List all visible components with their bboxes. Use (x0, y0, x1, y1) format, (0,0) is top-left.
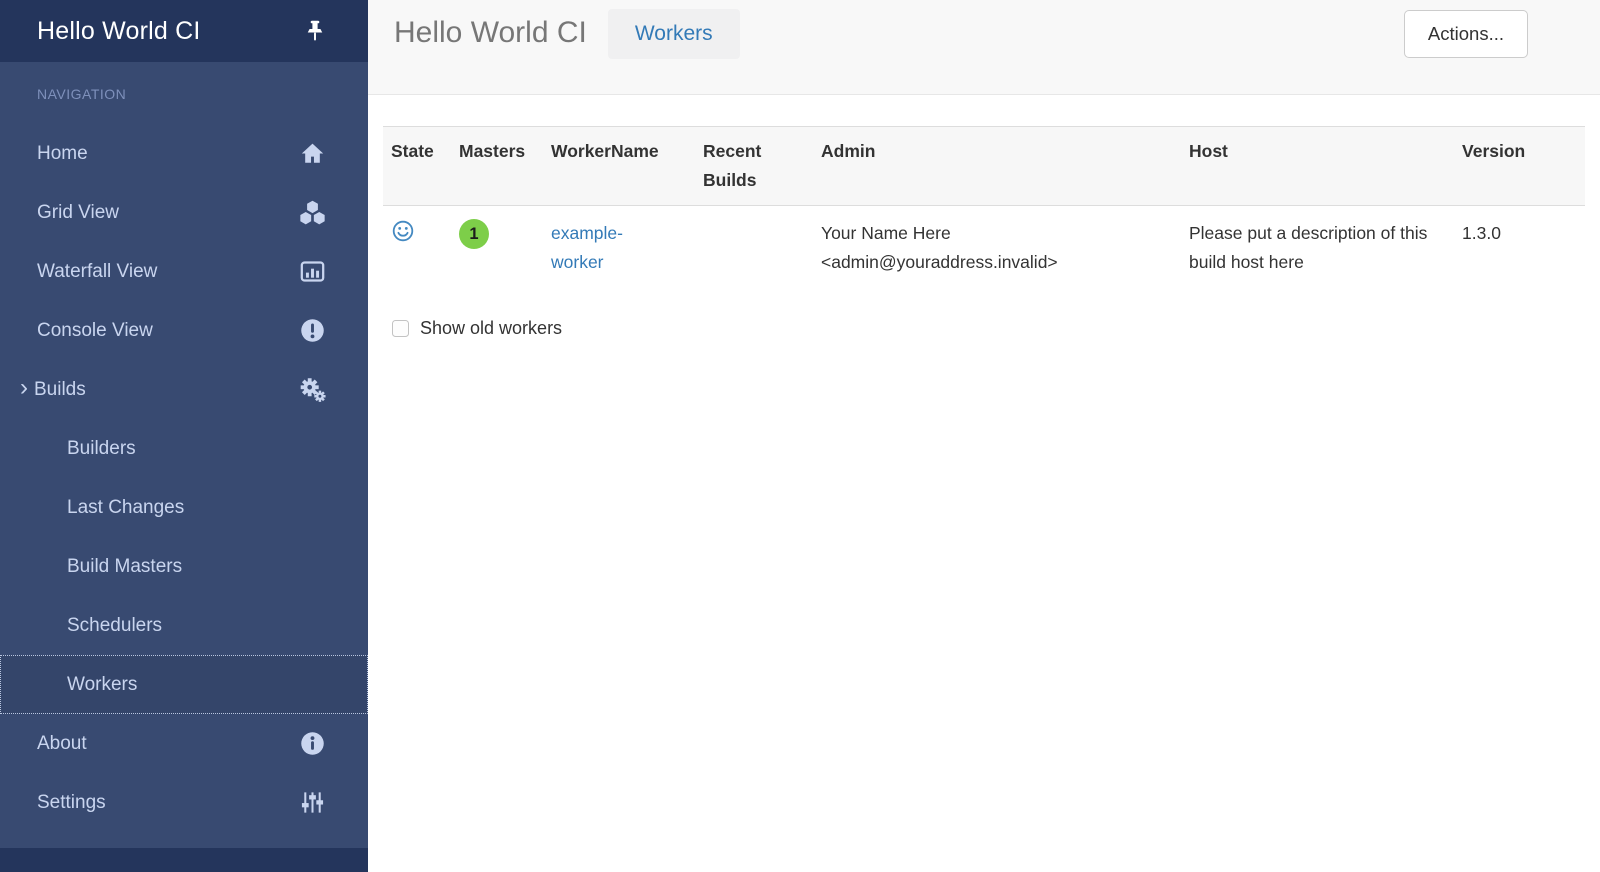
sidebar-item-label: Workers (67, 674, 137, 696)
col-header-masters: Masters (451, 127, 543, 206)
col-header-host: Host (1181, 127, 1454, 206)
nav-section-label: NAVIGATION (0, 62, 368, 124)
worker-state-cell (383, 205, 451, 289)
sidebar-item-label: Schedulers (67, 615, 162, 637)
sidebar-item-label: Builders (67, 438, 136, 460)
sidebar-item-label: Grid View (37, 202, 119, 224)
pin-icon[interactable] (302, 18, 328, 44)
info-circle-icon (299, 730, 326, 757)
chevron-right-icon: › (20, 376, 28, 400)
worker-admin-cell: Your Name Here <admin@youraddress.invali… (813, 205, 1181, 289)
cogs-icon (299, 376, 326, 403)
sidebar-item-label: Last Changes (67, 497, 184, 519)
sidebar-item-grid-view[interactable]: Grid View (0, 183, 368, 242)
sidebar-item-home[interactable]: Home (0, 124, 368, 183)
bar-chart-icon (299, 258, 326, 285)
sidebar-item-label: Settings (37, 792, 106, 814)
table-header-row: State Masters WorkerName Recent Builds A… (383, 127, 1585, 206)
exclamation-circle-icon (299, 317, 326, 344)
sidebar-app-title[interactable]: Hello World CI (37, 17, 201, 46)
recent-builds-cell (695, 205, 813, 289)
sidebar-item-label: About (37, 733, 87, 755)
sliders-icon (299, 789, 326, 816)
sidebar-item-builders[interactable]: Builders (0, 419, 368, 478)
sidebar-item-label: Waterfall View (37, 261, 157, 283)
workers-content: State Masters WorkerName Recent Builds A… (368, 95, 1600, 339)
show-old-workers-label: Show old workers (420, 318, 562, 339)
worker-version-cell: 1.3.0 (1454, 205, 1585, 289)
actions-button[interactable]: Actions... (1404, 10, 1528, 58)
sidebar-header: Hello World CI (0, 0, 368, 62)
col-header-state: State (383, 127, 451, 206)
col-header-workername: WorkerName (543, 127, 695, 206)
sidebar-item-about[interactable]: About (0, 714, 368, 773)
sidebar: Hello World CI NAVIGATION Home Grid Vie (0, 0, 368, 872)
col-header-version: Version (1454, 127, 1585, 206)
sidebar-item-label: Builds (34, 379, 86, 401)
app-window: Hello World CI NAVIGATION Home Grid Vie (0, 0, 1600, 872)
sidebar-item-workers[interactable]: Workers (0, 655, 368, 714)
table-row: 1 example-worker Your Name Here <admin@y… (383, 205, 1585, 289)
home-icon (299, 140, 326, 167)
sidebar-item-settings[interactable]: Settings (0, 773, 368, 832)
sidebar-item-last-changes[interactable]: Last Changes (0, 478, 368, 537)
worker-name-cell: example-worker (543, 205, 695, 289)
sidebar-item-schedulers[interactable]: Schedulers (0, 596, 368, 655)
sidebar-item-label: Build Masters (67, 556, 182, 578)
col-header-admin: Admin (813, 127, 1181, 206)
sidebar-item-label: Console View (37, 320, 153, 342)
main-area: Hello World CI Workers Actions... State … (368, 0, 1600, 872)
workers-table: State Masters WorkerName Recent Builds A… (383, 126, 1585, 290)
col-header-recent-builds: Recent Builds (695, 127, 813, 206)
masters-count-badge: 1 (459, 219, 489, 249)
sidebar-item-label: Home (37, 143, 88, 165)
worker-masters-cell: 1 (451, 205, 543, 289)
sidebar-item-build-masters[interactable]: Build Masters (0, 537, 368, 596)
page-title: Hello World CI (394, 16, 587, 50)
smiley-icon (391, 219, 415, 243)
sidebar-nav: NAVIGATION Home Grid View Wate (0, 62, 368, 848)
worker-name-link[interactable]: example-worker (551, 219, 651, 277)
worker-host-cell: Please put a description of this build h… (1181, 205, 1454, 289)
sidebar-item-console-view[interactable]: Console View (0, 301, 368, 360)
sidebar-item-waterfall-view[interactable]: Waterfall View (0, 242, 368, 301)
show-old-workers-checkbox[interactable] (392, 320, 409, 337)
cubes-icon (299, 199, 326, 226)
breadcrumb-workers[interactable]: Workers (608, 9, 740, 59)
sidebar-item-builds[interactable]: › Builds (0, 360, 368, 419)
topbar: Hello World CI Workers Actions... (368, 0, 1600, 95)
show-old-workers-control[interactable]: Show old workers (392, 318, 1585, 339)
